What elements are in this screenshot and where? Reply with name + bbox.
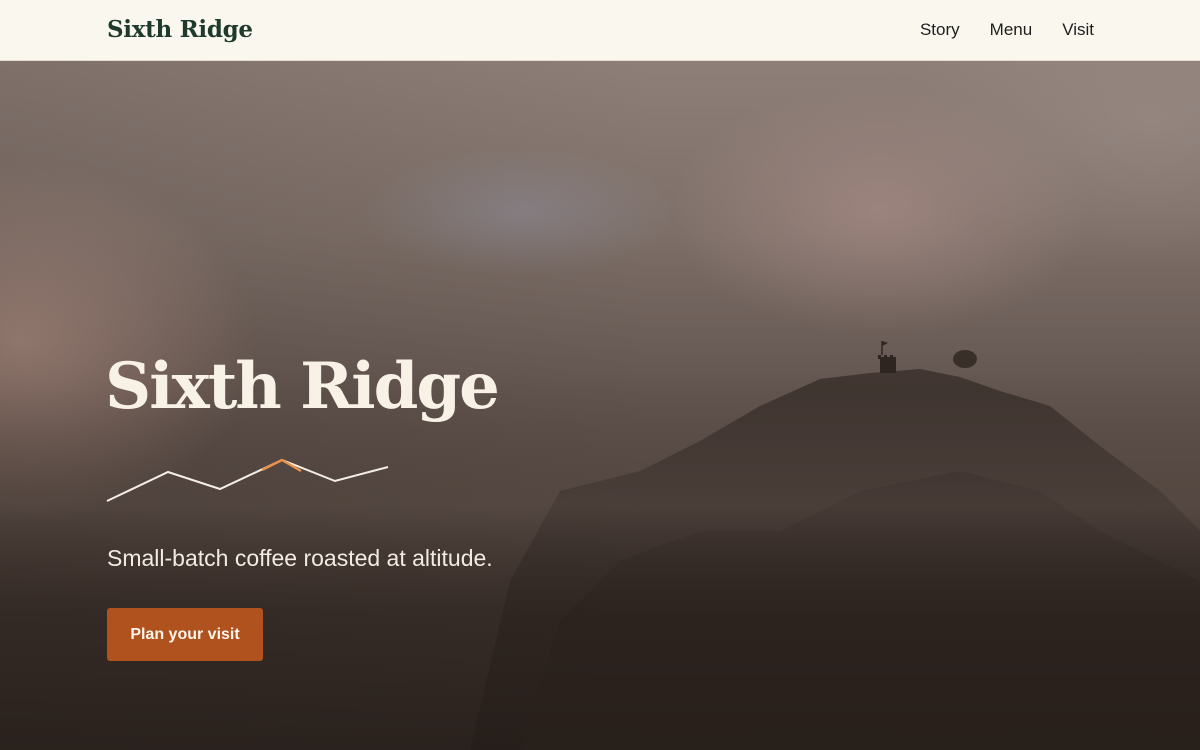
ridge-line-graphic	[106, 458, 389, 502]
plan-visit-button[interactable]: Plan your visit	[107, 608, 263, 661]
hero-tagline: Small-batch coffee roasted at altitude.	[107, 545, 493, 571]
site-header: Sixth Ridge Story Menu Visit	[0, 0, 1200, 61]
nav-link-visit[interactable]: Visit	[1062, 18, 1094, 42]
brand-logo[interactable]: Sixth Ridge	[107, 14, 253, 46]
hero-title: Sixth Ridge	[105, 349, 500, 424]
hero-section: Sixth Ridge Small-batch coffee roasted a…	[0, 61, 1200, 750]
nav-link-story[interactable]: Story	[920, 18, 960, 42]
nav-link-menu[interactable]: Menu	[990, 18, 1033, 42]
main-nav: Story Menu Visit	[920, 18, 1094, 42]
